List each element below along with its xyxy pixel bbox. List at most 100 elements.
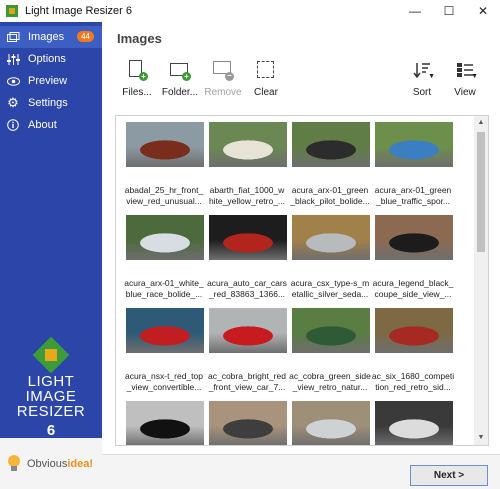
view-dropdown-icon: ▼ xyxy=(471,73,478,80)
eye-icon xyxy=(6,74,20,88)
maximize-button[interactable]: ☐ xyxy=(432,0,466,22)
sort-icon: ▼ xyxy=(411,59,435,81)
image-grid[interactable]: abadal_25_hr_front_ view_red_unusual... ab… xyxy=(115,115,489,446)
sort-button[interactable]: ▼ Sort xyxy=(400,57,444,113)
title-bar: Light Image Resizer 6 — ☐ ✕ xyxy=(0,0,500,22)
remove-image-icon: – xyxy=(212,59,234,81)
image-filename: acura_legend_black_ coupe_side_view_... xyxy=(372,278,454,299)
sidebar-item-label: Preview xyxy=(28,75,68,87)
gear-icon: ⚙ xyxy=(7,95,19,110)
image-thumbnail-item[interactable]: acura_arx-01_green _black_pilot_bolide... xyxy=(288,122,372,207)
product-logo: LIGHT IMAGE RESIZER 6 xyxy=(0,336,102,439)
info-icon xyxy=(6,118,20,132)
sidebar-item-images[interactable]: Images 44 xyxy=(0,26,102,48)
image-thumbnail xyxy=(292,308,370,353)
logo-text-line2: IMAGE xyxy=(25,388,77,405)
remove-label: Remove xyxy=(204,87,242,98)
image-thumbnail xyxy=(292,215,370,260)
view-list-icon: ▼ xyxy=(454,59,478,81)
brand-name: Obviousidea! xyxy=(27,457,94,470)
add-folder-icon: + xyxy=(169,59,191,81)
logo-text-line3: RESIZER xyxy=(16,403,86,420)
sort-dropdown-icon: ▼ xyxy=(428,73,435,80)
image-thumbnail xyxy=(292,401,370,445)
view-button[interactable]: ▼ View xyxy=(443,57,487,113)
add-files-label: Files... xyxy=(122,87,152,98)
image-thumbnail-item[interactable]: acura_nsx-t_red_top _view_convertible... xyxy=(122,308,206,393)
next-button[interactable]: Next > xyxy=(410,465,488,486)
clear-selection-icon xyxy=(255,59,277,81)
product-logo-icon xyxy=(32,336,70,374)
image-thumbnail-item[interactable]: abadal_25_hr_front_ view_red_unusual... xyxy=(122,122,206,207)
scroll-down-icon[interactable]: ▼ xyxy=(474,431,488,445)
close-button[interactable]: ✕ xyxy=(466,0,500,22)
add-file-icon: + xyxy=(126,59,148,81)
obviousidea-brand[interactable]: Obviousidea! xyxy=(0,438,102,489)
image-filename: ac_cobra_green_side _view_retro_natur... xyxy=(289,371,371,392)
images-icon xyxy=(6,30,20,44)
view-label: View xyxy=(454,87,476,98)
image-filename: abadal_25_hr_front_ view_red_unusual... xyxy=(124,185,204,206)
image-thumbnail-item[interactable]: acura_arx-01_green _blue_traffic_spor... xyxy=(371,122,455,207)
image-thumbnail xyxy=(209,308,287,353)
sort-label: Sort xyxy=(412,87,432,98)
image-thumbnail xyxy=(292,122,370,167)
image-thumbnail xyxy=(126,215,204,260)
vertical-scrollbar[interactable]: ▲ ▼ xyxy=(474,116,488,445)
image-thumbnail-item[interactable] xyxy=(371,401,455,445)
image-filename: acura_auto_car_cars _red_83863_1366... xyxy=(207,278,287,299)
scroll-up-icon[interactable]: ▲ xyxy=(474,116,488,130)
sidebar-item-preview[interactable]: Preview xyxy=(0,70,102,92)
image-thumbnail-item[interactable]: acura_arx-01_white_ blue_race_bolide_... xyxy=(122,215,206,300)
add-folder-button[interactable]: + Folder... xyxy=(158,57,202,113)
sliders-icon xyxy=(6,52,20,66)
image-filename: acura_arx-01_green _black_pilot_bolide... xyxy=(290,185,370,206)
image-thumbnail-item[interactable]: ac_cobra_bright_red _front_view_car_7... xyxy=(205,308,289,393)
remove-button[interactable]: – Remove xyxy=(201,57,245,113)
add-folder-label: Folder... xyxy=(161,87,199,98)
logo-text-line1: LIGHT xyxy=(27,373,75,390)
app-logo-icon xyxy=(6,5,18,17)
image-thumbnail-item[interactable] xyxy=(122,401,206,445)
logo-version: 6 xyxy=(46,422,56,439)
image-filename: acura_nsx-t_red_top _view_convertible... xyxy=(125,371,203,392)
image-thumbnail-item[interactable]: acura_csx_type-s_m etallic_silver_seda... xyxy=(288,215,372,300)
image-count-badge: 44 xyxy=(77,31,94,42)
image-thumbnail xyxy=(209,215,287,260)
lightbulb-icon xyxy=(5,453,23,475)
image-thumbnail xyxy=(209,122,287,167)
minimize-button[interactable]: — xyxy=(398,0,432,22)
image-thumbnail-item[interactable] xyxy=(205,401,289,445)
image-filename: abarth_fiat_1000_w hite_yellow_retro_... xyxy=(208,185,286,206)
window-title: Light Image Resizer 6 xyxy=(25,5,132,17)
sidebar-item-options[interactable]: Options xyxy=(0,48,102,70)
sidebar-item-settings[interactable]: ⚙ Settings xyxy=(0,92,102,114)
sidebar-item-label: Settings xyxy=(28,97,68,109)
image-thumbnail-item[interactable]: ac_six_1680_competi tion_red_retro_sid... xyxy=(371,308,455,393)
sidebar: Images 44 Options Preview ⚙ Settings Abo… xyxy=(0,22,102,489)
scrollbar-thumb[interactable] xyxy=(477,132,485,252)
image-thumbnail xyxy=(375,401,453,445)
image-thumbnail xyxy=(375,122,453,167)
image-thumbnail xyxy=(126,401,204,445)
footer-bar: Next > xyxy=(102,454,500,489)
image-thumbnail-item[interactable]: ac_cobra_green_side _view_retro_natur... xyxy=(288,308,372,393)
image-thumbnail-item[interactable]: abarth_fiat_1000_w hite_yellow_retro_... xyxy=(205,122,289,207)
image-thumbnail xyxy=(126,122,204,167)
sidebar-item-label: Options xyxy=(28,53,66,65)
image-filename: acura_csx_type-s_m etallic_silver_seda... xyxy=(290,278,370,299)
clear-label: Clear xyxy=(254,87,278,98)
sidebar-item-about[interactable]: About xyxy=(0,114,102,136)
image-filename: ac_cobra_bright_red _front_view_car_7... xyxy=(208,371,286,392)
image-filename: acura_arx-01_green _blue_traffic_spor... xyxy=(374,185,452,206)
image-thumbnail-item[interactable]: acura_legend_black_ coupe_side_view_... xyxy=(371,215,455,300)
clear-button[interactable]: Clear xyxy=(244,57,288,113)
image-filename: ac_six_1680_competi tion_red_retro_sid... xyxy=(371,371,455,392)
add-files-button[interactable]: + Files... xyxy=(115,57,159,113)
image-thumbnail xyxy=(126,308,204,353)
page-title: Images xyxy=(117,31,162,46)
image-thumbnail-item[interactable] xyxy=(288,401,372,445)
sidebar-item-label: Images xyxy=(28,31,65,43)
image-thumbnail-item[interactable]: acura_auto_car_cars _red_83863_1366... xyxy=(205,215,289,300)
window-controls: — ☐ ✕ xyxy=(398,0,500,22)
